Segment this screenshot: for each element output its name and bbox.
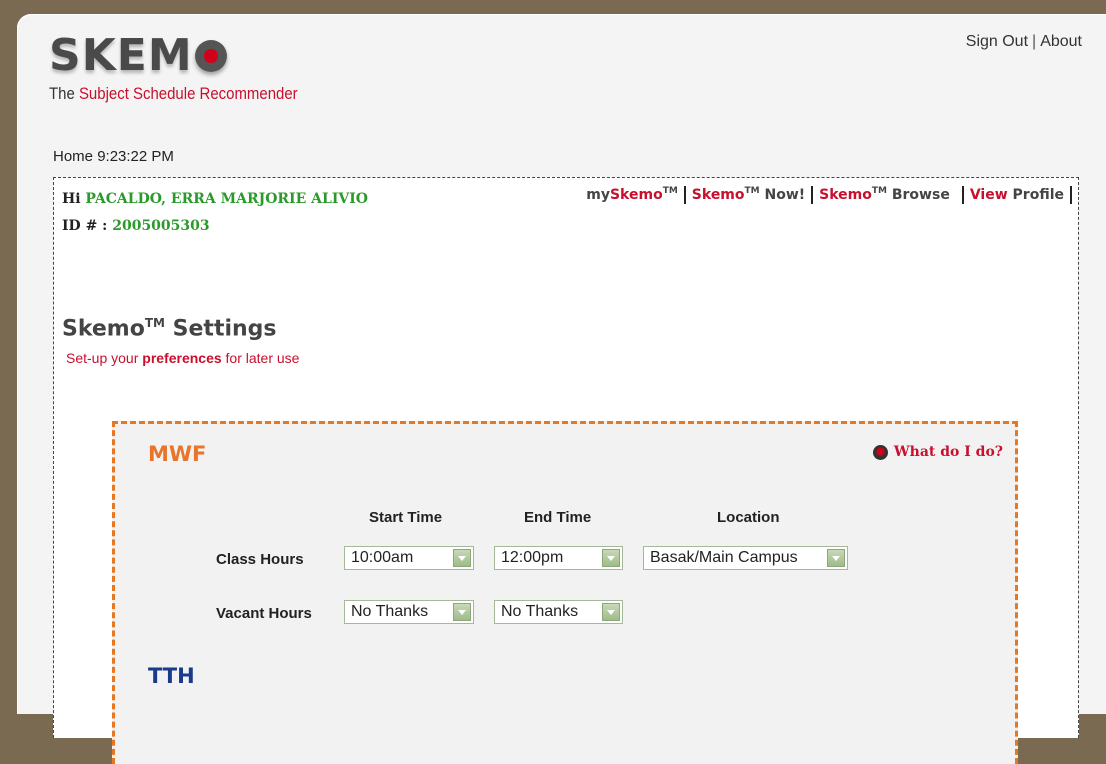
vacant-hours-label: Vacant Hours bbox=[216, 605, 312, 622]
class-hours-label: Class Hours bbox=[216, 551, 304, 568]
user-name: PACALDO, ERRA MARJORIE ALIVIO bbox=[85, 191, 368, 207]
home-line: Home 9:23:22 PM bbox=[53, 148, 174, 165]
location-header: Location bbox=[717, 509, 780, 526]
skemo-logo[interactable]: SKEM bbox=[49, 34, 227, 78]
clock: 9:23:22 PM bbox=[97, 148, 174, 165]
greeting-hi: Hi bbox=[62, 191, 81, 207]
settings-title: SkemoTM Settings bbox=[62, 316, 277, 342]
dropdown-arrow-icon[interactable] bbox=[602, 603, 620, 621]
nav-view-profile[interactable]: View Profile bbox=[970, 187, 1064, 203]
dropdown-arrow-icon[interactable] bbox=[453, 603, 471, 621]
vacant-start-select[interactable]: No Thanks bbox=[344, 600, 474, 624]
dropdown-arrow-icon[interactable] bbox=[453, 549, 471, 567]
nav-divider bbox=[961, 186, 964, 204]
help-label: What do I do? bbox=[893, 444, 1003, 460]
dropdown-arrow-icon[interactable] bbox=[602, 549, 620, 567]
nav-myskemo[interactable]: mySkemoTM bbox=[586, 186, 678, 203]
class-end-select[interactable]: 12:00pm bbox=[494, 546, 623, 570]
nav-divider bbox=[1070, 186, 1072, 204]
main-nav: mySkemoTM SkemoTM Now! SkemoTM Browse View … bbox=[586, 186, 1078, 204]
home-link[interactable]: Home bbox=[53, 148, 93, 165]
end-time-header: End Time bbox=[524, 509, 592, 526]
user-greeting: Hi PACALDO, ERRA MARJORIE ALIVIO ID # : … bbox=[62, 186, 368, 240]
user-id: 2005005303 bbox=[112, 218, 210, 234]
logo-ball-icon bbox=[194, 40, 227, 72]
vacant-end-select[interactable]: No Thanks bbox=[494, 600, 623, 624]
what-do-i-do-link[interactable]: What do I do? bbox=[872, 444, 1003, 460]
dropdown-arrow-icon[interactable] bbox=[827, 549, 845, 567]
nav-skemo-now[interactable]: SkemoTM Now! bbox=[692, 186, 805, 203]
mwf-title: MWF bbox=[148, 442, 207, 466]
top-links-separator: | bbox=[1032, 33, 1037, 50]
logo-text: SKEM bbox=[49, 30, 193, 81]
nav-skemo-browse[interactable]: SkemoTM Browse bbox=[819, 186, 950, 203]
nav-divider bbox=[811, 186, 814, 204]
start-time-header: Start Time bbox=[369, 509, 443, 526]
sign-out-link[interactable]: Sign Out bbox=[966, 33, 1028, 50]
top-links: Sign Out | About bbox=[966, 33, 1082, 51]
tth-title: TTH bbox=[148, 664, 195, 688]
tagline-highlight: Subject Schedule Recommender bbox=[78, 84, 298, 103]
nav-divider bbox=[683, 186, 686, 204]
about-link[interactable]: About bbox=[1040, 33, 1082, 50]
user-id-label: ID # : bbox=[62, 218, 108, 234]
page: SKEM The Subject Schedule Recommender Si… bbox=[17, 14, 1106, 764]
class-start-select[interactable]: 10:00am bbox=[344, 546, 474, 570]
preferences-panel: MWF What do I do? Start Time End Time Lo… bbox=[112, 421, 1018, 764]
tagline: The Subject Schedule Recommender bbox=[49, 84, 298, 104]
main-content: Hi PACALDO, ERRA MARJORIE ALIVIO ID # : … bbox=[53, 177, 1079, 764]
location-select[interactable]: Basak/Main Campus bbox=[643, 546, 848, 570]
tagline-prefix: The bbox=[49, 84, 79, 103]
settings-subtitle: Set-up your preferences for later use bbox=[66, 350, 300, 366]
help-icon bbox=[872, 444, 888, 460]
